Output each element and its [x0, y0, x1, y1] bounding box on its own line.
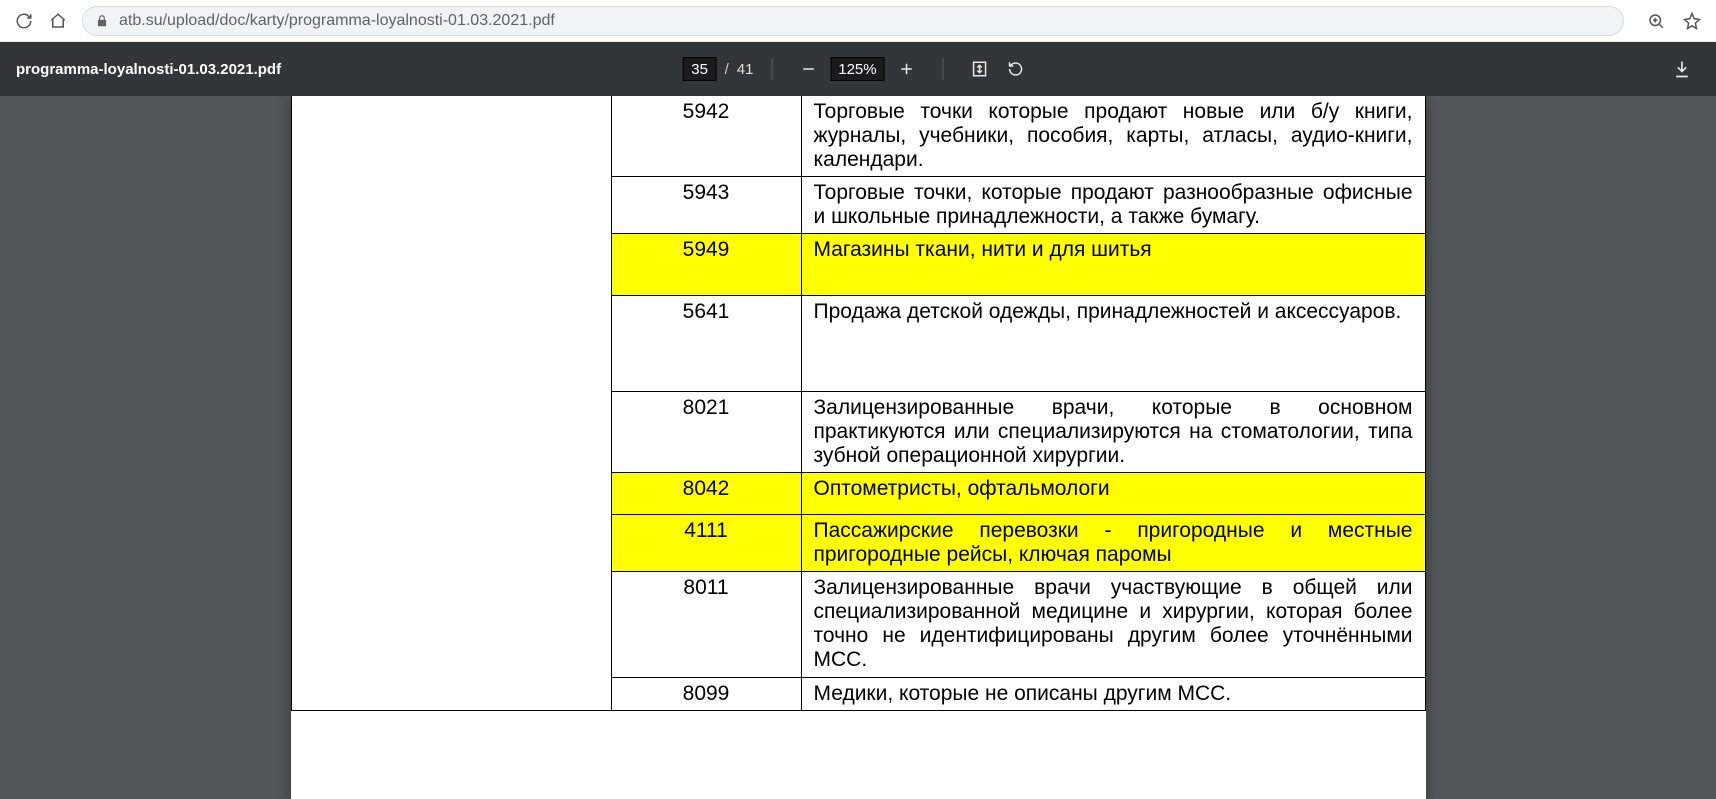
table-row: 5942Торговые точки которые продают новые…	[291, 96, 1425, 177]
zoom-out-button[interactable]	[792, 53, 824, 85]
home-icon[interactable]	[44, 7, 72, 35]
mcc-code-cell: 5949	[611, 234, 801, 296]
pdf-filename: programma-loyalnosti-01.03.2021.pdf	[16, 61, 281, 78]
mcc-desc-cell: Продажа детской одежды, принадлежностей …	[801, 296, 1425, 392]
mcc-code-cell: 8011	[611, 572, 801, 678]
zoom-value[interactable]: 125%	[830, 57, 884, 81]
mcc-desc-cell: Торговые точки, которые продают разнообр…	[801, 177, 1425, 234]
mcc-desc-cell: Торговые точки которые продают новые или…	[801, 96, 1425, 177]
document-viewport[interactable]: 5942Торговые точки которые продают новые…	[0, 96, 1716, 799]
mcc-desc-cell: Магазины ткани, нити и для шитья	[801, 234, 1425, 296]
category-cell	[291, 96, 611, 711]
fit-page-icon[interactable]	[963, 53, 995, 85]
page-total: 41	[737, 61, 754, 78]
url-text: atb.su/upload/doc/karty/programma-loyaln…	[119, 12, 555, 30]
pdf-page: 5942Торговые точки которые продают новые…	[291, 96, 1426, 799]
mcc-code-cell: 8021	[611, 392, 801, 473]
rotate-icon[interactable]	[999, 53, 1031, 85]
omnibox[interactable]: atb.su/upload/doc/karty/programma-loyaln…	[82, 6, 1624, 36]
zoom-search-icon[interactable]	[1642, 7, 1670, 35]
zoom-in-button[interactable]	[890, 53, 922, 85]
mcc-desc-cell: Пассажирские перевозки - пригородные и м…	[801, 515, 1425, 572]
mcc-code-cell: 8099	[611, 678, 801, 711]
mcc-code-cell: 8042	[611, 473, 801, 515]
star-icon[interactable]	[1678, 7, 1706, 35]
mcc-desc-cell: Залицензированные врачи участвующие в об…	[801, 572, 1425, 678]
reload-icon[interactable]	[10, 7, 38, 35]
lock-icon	[95, 14, 109, 28]
mcc-code-cell: 5942	[611, 96, 801, 177]
browser-navbar: atb.su/upload/doc/karty/programma-loyaln…	[0, 0, 1716, 42]
mcc-code-cell: 4111	[611, 515, 801, 572]
mcc-code-cell: 5641	[611, 296, 801, 392]
page-number-input[interactable]	[683, 57, 717, 81]
mcc-code-cell: 5943	[611, 177, 801, 234]
mcc-desc-cell: Залицензированные врачи, которые в основ…	[801, 392, 1425, 473]
page-separator: /	[725, 61, 729, 78]
mcc-table: 5942Торговые точки которые продают новые…	[291, 96, 1426, 711]
mcc-desc-cell: Оптометристы, офтальмологи	[801, 473, 1425, 515]
pdf-toolbar: programma-loyalnosti-01.03.2021.pdf / 41…	[0, 42, 1716, 96]
mcc-desc-cell: Медики, которые не описаны другим МСС.	[801, 678, 1425, 711]
download-icon[interactable]	[1666, 53, 1698, 85]
